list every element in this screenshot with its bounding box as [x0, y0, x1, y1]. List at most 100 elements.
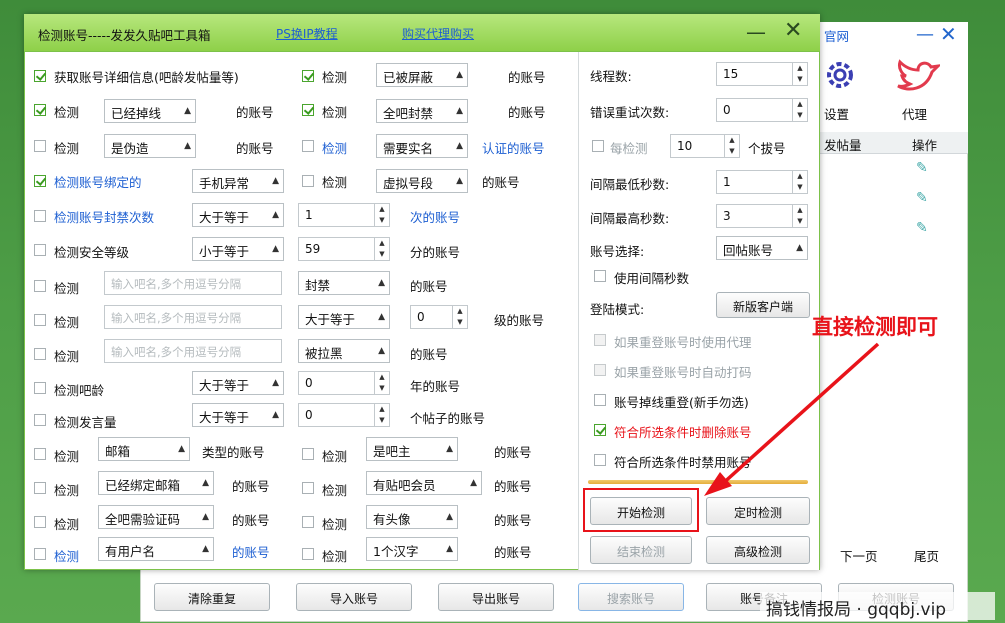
delete-matched-checkbox[interactable]: [594, 424, 606, 436]
spinner-arrows-icon[interactable]: ▲ ▼: [374, 204, 389, 226]
bar-age-checkbox[interactable]: [34, 382, 46, 394]
security-level-spinner[interactable]: 59 ▲ ▼: [298, 237, 390, 261]
spinner-arrows-icon[interactable]: ▲ ▼: [374, 372, 389, 394]
offline-relogin-checkbox[interactable]: [594, 394, 606, 406]
post-count-spinner[interactable]: 0 ▲ ▼: [298, 403, 390, 427]
ban-count-checkbox[interactable]: [34, 210, 46, 222]
spinner-arrows-icon[interactable]: ▲ ▼: [452, 306, 467, 328]
avatar-dropdown[interactable]: 有头像 ▲: [366, 505, 458, 529]
close-icon[interactable]: ✕: [940, 22, 957, 46]
name-length-dropdown[interactable]: 1个汉字 ▲: [366, 537, 458, 561]
spinner-arrows-icon[interactable]: ▲ ▼: [374, 404, 389, 426]
dialog-title-bar[interactable]: 检测账号-----发发久贴吧工具箱 PS换IP教程 购买代理购买 — ✕: [24, 14, 820, 52]
spinner-arrows-icon[interactable]: ▲ ▼: [792, 171, 807, 193]
last-page-link[interactable]: 尾页: [914, 546, 939, 565]
redial-checkbox[interactable]: [592, 140, 604, 152]
offline-dropdown[interactable]: 已经掉线 ▲: [104, 99, 196, 123]
edit-icon[interactable]: ✎: [916, 160, 928, 176]
bar-blacklist-checkbox[interactable]: [34, 348, 46, 360]
member-checkbox[interactable]: [302, 482, 314, 494]
edit-icon[interactable]: ✎: [916, 190, 928, 206]
col-ops[interactable]: 操作: [912, 135, 937, 154]
fake-dropdown[interactable]: 是伪造 ▲: [104, 134, 196, 158]
username-dropdown[interactable]: 有用户名 ▲: [98, 537, 214, 561]
spinner-arrows-icon[interactable]: ▲ ▼: [792, 99, 807, 121]
retry-spinner[interactable]: 0 ▲ ▼: [716, 98, 808, 122]
bar-level-spinner[interactable]: 0 ▲ ▼: [410, 305, 468, 329]
name-length-checkbox[interactable]: [302, 548, 314, 560]
security-level-dropdown[interactable]: 小于等于 ▲: [192, 237, 284, 261]
min-interval-spinner[interactable]: 1 ▲ ▼: [716, 170, 808, 194]
fake-checkbox[interactable]: [34, 140, 46, 152]
spinner-arrows-icon[interactable]: ▲ ▼: [792, 63, 807, 85]
close-icon[interactable]: ✕: [784, 18, 802, 43]
relogin-proxy-checkbox[interactable]: [594, 334, 606, 346]
tab-official[interactable]: 官网: [824, 26, 849, 45]
bar-age-spinner[interactable]: 0 ▲ ▼: [298, 371, 390, 395]
advanced-check-button[interactable]: 高级检测: [706, 536, 810, 564]
phone-dropdown[interactable]: 手机异常 ▲: [192, 169, 284, 193]
import-accounts-button[interactable]: 导入账号: [296, 583, 412, 611]
virtual-number-dropdown[interactable]: 虚拟号段 ▲: [376, 169, 468, 193]
start-check-button[interactable]: 开始检测: [590, 497, 692, 525]
buy-proxy-link[interactable]: 购买代理购买: [402, 25, 474, 42]
member-dropdown[interactable]: 有贴吧会员 ▲: [366, 471, 482, 495]
bar-owner-checkbox[interactable]: [302, 448, 314, 460]
disable-matched-checkbox[interactable]: [594, 454, 606, 466]
post-count-dropdown[interactable]: 大于等于 ▲: [192, 403, 284, 427]
bound-mail-dropdown[interactable]: 已经绑定邮箱 ▲: [98, 471, 214, 495]
redial-spinner[interactable]: 10 ▲ ▼: [670, 134, 740, 158]
bar-level-dropdown[interactable]: 大于等于 ▲: [298, 305, 390, 329]
mail-type-checkbox[interactable]: [34, 448, 46, 460]
detail-info-checkbox[interactable]: [34, 70, 46, 82]
blocked-dropdown[interactable]: 已被屏蔽 ▲: [376, 63, 468, 87]
bar-level-checkbox[interactable]: [34, 314, 46, 326]
all-bar-ban-checkbox[interactable]: [302, 104, 314, 116]
bar-owner-dropdown[interactable]: 是吧主 ▲: [366, 437, 458, 461]
captcha-checkbox[interactable]: [34, 516, 46, 528]
next-page-link[interactable]: 下一页: [840, 546, 878, 565]
virtual-number-checkbox[interactable]: [302, 175, 314, 187]
login-mode-button[interactable]: 新版客户端: [716, 292, 810, 318]
post-count-checkbox[interactable]: [34, 414, 46, 426]
bar-ban-dropdown[interactable]: 封禁 ▲: [298, 271, 390, 295]
col-posts[interactable]: 发帖量: [824, 135, 862, 154]
spinner-arrows-icon[interactable]: ▲ ▼: [374, 238, 389, 260]
minimize-icon[interactable]: —: [746, 20, 766, 44]
gear-icon[interactable]: [822, 58, 858, 92]
export-accounts-button[interactable]: 导出账号: [438, 583, 554, 611]
ban-count-dropdown[interactable]: 大于等于 ▲: [192, 203, 284, 227]
realname-checkbox[interactable]: [302, 140, 314, 152]
bar-level-input[interactable]: 输入吧名,多个用逗号分隔: [104, 305, 282, 329]
captcha-dropdown[interactable]: 全吧需验证码 ▲: [98, 505, 214, 529]
relogin-captcha-checkbox[interactable]: [594, 364, 606, 376]
max-interval-spinner[interactable]: 3 ▲ ▼: [716, 204, 808, 228]
all-bar-ban-dropdown[interactable]: 全吧封禁 ▲: [376, 99, 468, 123]
ban-count-spinner[interactable]: 1 ▲ ▼: [298, 203, 390, 227]
spinner-arrows-icon[interactable]: ▲ ▼: [724, 135, 739, 157]
twitter-bird-icon[interactable]: [894, 56, 940, 96]
account-select-dropdown[interactable]: 回帖账号 ▲: [716, 236, 808, 260]
bar-ban-checkbox[interactable]: [34, 280, 46, 292]
bound-mail-checkbox[interactable]: [34, 482, 46, 494]
clear-duplicates-button[interactable]: 清除重复: [154, 583, 270, 611]
security-level-checkbox[interactable]: [34, 244, 46, 256]
realname-dropdown[interactable]: 需要实名 ▲: [376, 134, 468, 158]
blocked-checkbox[interactable]: [302, 70, 314, 82]
tutorial-link[interactable]: PS换IP教程: [276, 25, 338, 42]
bar-ban-input[interactable]: 输入吧名,多个用逗号分隔: [104, 271, 282, 295]
timed-check-button[interactable]: 定时检测: [706, 497, 810, 525]
bar-age-dropdown[interactable]: 大于等于 ▲: [192, 371, 284, 395]
spinner-arrows-icon[interactable]: ▲ ▼: [792, 205, 807, 227]
mail-type-dropdown[interactable]: 邮箱 ▲: [98, 437, 190, 461]
use-interval-checkbox[interactable]: [594, 270, 606, 282]
bar-blacklist-input[interactable]: 输入吧名,多个用逗号分隔: [104, 339, 282, 363]
avatar-checkbox[interactable]: [302, 516, 314, 528]
search-accounts-button[interactable]: 搜索账号: [578, 583, 684, 611]
username-checkbox[interactable]: [34, 548, 46, 560]
minimize-icon[interactable]: —: [916, 24, 934, 45]
bar-blacklist-dropdown[interactable]: 被拉黑 ▲: [298, 339, 390, 363]
phone-checkbox[interactable]: [34, 175, 46, 187]
threads-spinner[interactable]: 15 ▲ ▼: [716, 62, 808, 86]
edit-icon[interactable]: ✎: [916, 220, 928, 236]
